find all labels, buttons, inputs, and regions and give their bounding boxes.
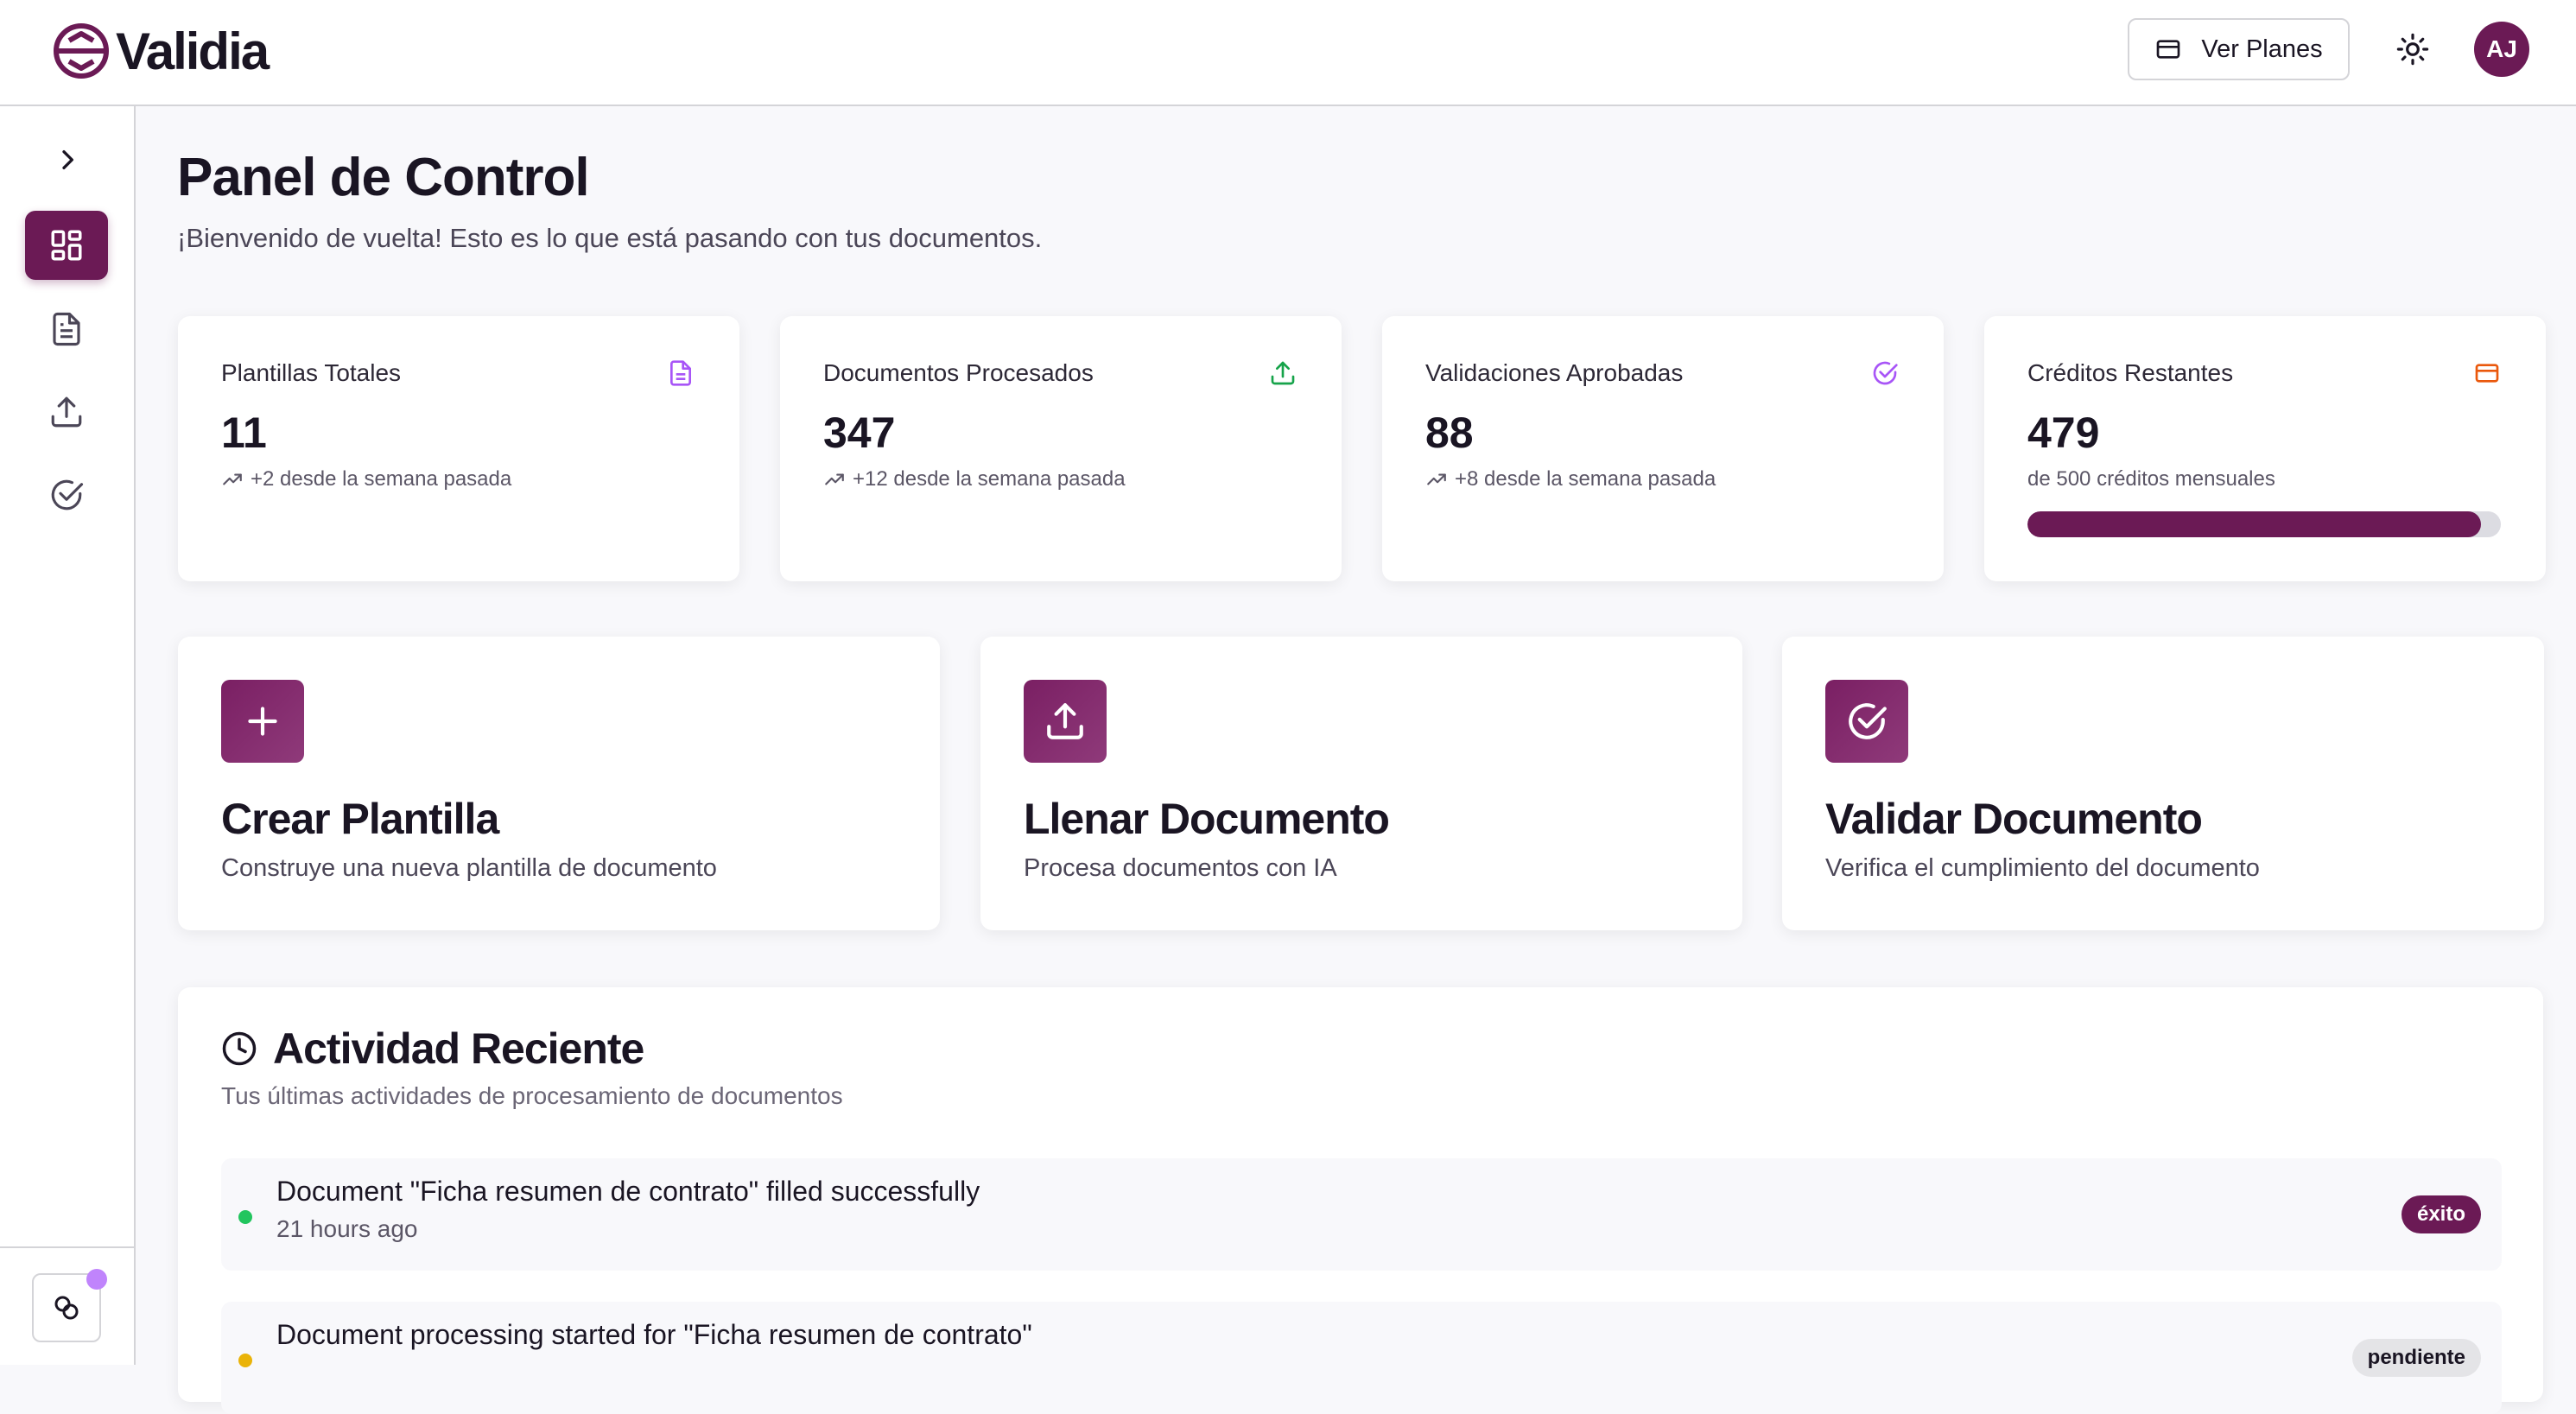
action-title: Llenar Documento (1024, 795, 1390, 843)
upload-icon (1047, 703, 1083, 739)
check-circle-icon (1873, 361, 1898, 385)
view-plans-label: Ver Planes (2201, 35, 2323, 63)
stat-trend-text: +2 desde la semana pasada (251, 467, 512, 491)
stat-trend: +8 desde la semana pasada (1425, 467, 1716, 491)
credits-note-text: de 500 créditos mensuales (2027, 467, 2275, 491)
page-subtitle: ¡Bienvenido de vuelta! Esto es lo que es… (177, 223, 1043, 253)
sidebar (0, 106, 136, 1365)
view-plans-button[interactable]: Ver Planes (2128, 18, 2350, 80)
recent-activity-panel: Actividad Reciente Tus últimas actividad… (178, 987, 2543, 1414)
action-icon-box (1024, 680, 1107, 763)
activity-text: Document processing started for "Ficha r… (276, 1319, 1032, 1350)
stat-value: 11 (221, 409, 267, 457)
sun-icon[interactable] (2396, 33, 2429, 66)
stat-trend-text: +8 desde la semana pasada (1455, 467, 1716, 491)
action-title: Validar Documento (1825, 795, 2203, 843)
status-badge: éxito (2401, 1195, 2481, 1233)
stat-label: Créditos Restantes (2027, 359, 2234, 386)
stat-label: Validaciones Aprobadas (1425, 359, 1684, 386)
plus-icon (248, 707, 277, 736)
action-card-fill-document[interactable]: Llenar Documento Procesa documentos con … (980, 637, 1742, 930)
page-title: Panel de Control (177, 148, 590, 207)
notification-dot (86, 1269, 107, 1290)
action-description: Verifica el cumplimiento del documento (1825, 854, 2260, 882)
action-icon-box (1825, 680, 1908, 763)
sidebar-divider (0, 1246, 134, 1248)
credits-note: de 500 créditos mensuales (2027, 467, 2275, 491)
document-icon (53, 312, 80, 346)
app-logo[interactable]: Validia (52, 21, 270, 81)
stat-card-templates: Plantillas Totales 11 +2 desde la semana… (178, 316, 739, 581)
sidebar-item-upload[interactable] (25, 377, 108, 447)
activity-header: Actividad Reciente (221, 1024, 644, 1074)
trending-up-icon (223, 473, 242, 485)
credit-card-icon (2157, 40, 2180, 59)
status-dot (238, 1354, 252, 1367)
credits-progress-bar (2027, 511, 2501, 537)
user-avatar[interactable]: AJ (2474, 22, 2529, 77)
action-title: Crear Plantilla (221, 795, 499, 843)
sidebar-item-templates[interactable] (25, 295, 108, 364)
status-dot (238, 1210, 252, 1224)
trending-up-icon (825, 473, 844, 485)
status-badge: pendiente (2351, 1339, 2481, 1377)
action-card-validate-document[interactable]: Validar Documento Verifica el cumplimien… (1782, 637, 2544, 930)
check-circle-icon (51, 479, 84, 510)
document-icon (670, 360, 691, 386)
trending-up-icon (1427, 473, 1446, 485)
activity-text: Document "Ficha resumen de contrato" fil… (276, 1176, 980, 1207)
credit-card-icon (2475, 364, 2499, 383)
stat-trend: +2 desde la semana pasada (221, 467, 511, 491)
top-header: Validia Ver Planes AJ (0, 0, 2576, 106)
clock-icon (222, 1031, 257, 1066)
check-circle-icon (1849, 703, 1887, 739)
action-card-create-template[interactable]: Crear Plantilla Construye una nueva plan… (178, 637, 940, 930)
action-icon-box (221, 680, 304, 763)
activity-title: Actividad Reciente (273, 1024, 644, 1073)
upload-icon (51, 396, 82, 428)
stat-card-credits: Créditos Restantes 479 de 500 créditos m… (1984, 316, 2546, 581)
activity-item[interactable]: Document processing started for "Ficha r… (221, 1302, 2502, 1414)
stat-card-validations: Validaciones Aprobadas 88 +8 desde la se… (1382, 316, 1944, 581)
dashboard-icon (51, 230, 82, 261)
logo-icon (54, 23, 109, 79)
link-icon (54, 1296, 79, 1320)
credits-progress-fill (2027, 511, 2481, 537)
activity-subtitle: Tus últimas actividades de procesamiento… (221, 1082, 843, 1109)
action-description: Procesa documentos con IA (1024, 854, 1337, 882)
upload-icon (1271, 361, 1295, 385)
activity-time: 21 hours ago (276, 1215, 418, 1242)
sidebar-item-validate[interactable] (25, 460, 108, 529)
stat-trend-text: +12 desde la semana pasada (853, 467, 1126, 491)
stat-value: 347 (823, 409, 896, 457)
chevron-right-icon[interactable] (54, 146, 81, 174)
activity-item[interactable]: Document "Ficha resumen de contrato" fil… (221, 1158, 2502, 1271)
stat-card-processed: Documentos Procesados 347 +12 desde la s… (780, 316, 1342, 581)
sidebar-item-dashboard[interactable] (25, 211, 108, 280)
stat-trend: +12 desde la semana pasada (823, 467, 1126, 491)
logo-text: Validia (116, 22, 270, 80)
action-description: Construye una nueva plantilla de documen… (221, 854, 717, 882)
stat-value: 479 (2027, 409, 2100, 457)
stat-label: Plantillas Totales (221, 359, 402, 386)
stat-label: Documentos Procesados (823, 359, 1094, 386)
stat-value: 88 (1425, 409, 1474, 457)
